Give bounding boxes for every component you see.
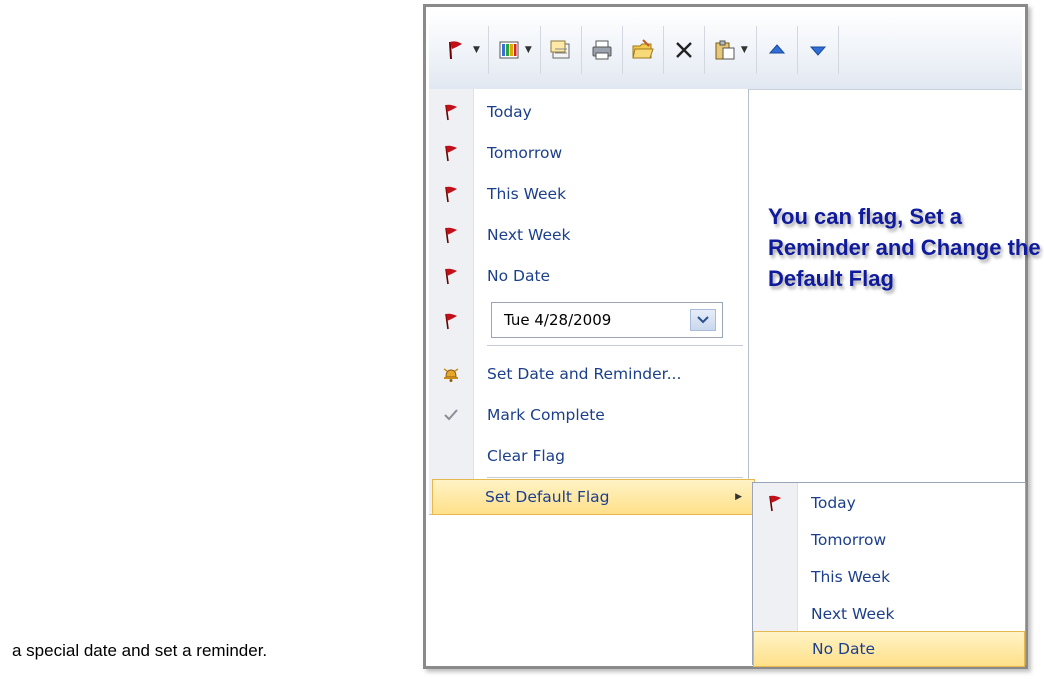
- flag-icon: [429, 267, 473, 285]
- flag-dropdown-button[interactable]: ▼: [437, 25, 489, 74]
- caption-text: a special date and set a reminder.: [12, 641, 268, 660]
- print-button[interactable]: [582, 25, 623, 74]
- chevron-down-icon: ▼: [473, 44, 480, 55]
- arrow-up-icon: [765, 38, 789, 62]
- flag-icon: [429, 103, 473, 121]
- paste-dropdown-button[interactable]: ▼: [705, 25, 757, 74]
- checkmark-icon: [429, 407, 473, 423]
- submenu-item-tomorrow[interactable]: Tomorrow: [753, 522, 1025, 558]
- address-book-icon: [549, 38, 573, 62]
- toolbar: ▼ ▼ ▼: [429, 10, 1022, 90]
- menu-item-mark-complete[interactable]: Mark Complete: [429, 398, 748, 432]
- menu-item-set-date-reminder[interactable]: Set Date and Reminder...: [429, 357, 748, 391]
- menu-item-next-week[interactable]: Next Week: [429, 218, 748, 252]
- printer-icon: [590, 38, 614, 62]
- arrow-down-icon: [806, 38, 830, 62]
- submenu-item-label: Next Week: [811, 605, 895, 623]
- folder-icon: [631, 38, 655, 62]
- submenu-item-label: Today: [811, 494, 856, 512]
- submenu-item-no-date[interactable]: No Date: [753, 631, 1025, 667]
- menu-separator: [487, 345, 743, 346]
- paste-icon: [713, 38, 737, 62]
- submenu-item-label: No Date: [812, 640, 876, 658]
- menu-separator: [487, 477, 743, 478]
- bell-icon: [429, 365, 473, 383]
- menu-item-label: No Date: [487, 267, 551, 285]
- flag-icon: [429, 312, 473, 330]
- date-flag-icon-row: [429, 304, 473, 338]
- date-picker[interactable]: Tue 4/28/2009: [491, 302, 723, 338]
- flag-icon: [753, 494, 797, 512]
- chevron-down-icon[interactable]: [690, 309, 716, 331]
- menu-item-set-default-flag[interactable]: Set Default Flag ▶: [432, 479, 755, 515]
- default-flag-submenu: Today Tomorrow This Week Next Week No Da…: [752, 482, 1026, 667]
- callout-text: You can flag, Set a Reminder and Change …: [768, 204, 1041, 291]
- flag-icon: [429, 185, 473, 203]
- submenu-item-this-week[interactable]: This Week: [753, 559, 1025, 595]
- categorize-dropdown-button[interactable]: ▼: [489, 25, 541, 74]
- address-book-button[interactable]: [541, 25, 582, 74]
- close-icon: [672, 38, 696, 62]
- flag-icon: [445, 38, 469, 62]
- date-value: Tue 4/28/2009: [504, 311, 612, 329]
- menu-item-label: Set Default Flag: [485, 488, 610, 506]
- submenu-item-today[interactable]: Today: [753, 485, 1025, 521]
- menu-item-tomorrow[interactable]: Tomorrow: [429, 136, 748, 170]
- chevron-down-icon: ▼: [524, 44, 532, 55]
- menu-item-no-date[interactable]: No Date: [429, 259, 748, 293]
- outlook-window: ▼ ▼ ▼ Today Tomorrow This Week Next Week…: [423, 4, 1041, 669]
- menu-item-label: Clear Flag: [487, 447, 566, 465]
- menu-item-clear-flag[interactable]: Clear Flag: [429, 439, 748, 473]
- delete-button[interactable]: [664, 25, 705, 74]
- menu-item-label: Mark Complete: [487, 406, 605, 424]
- menu-item-label: Tomorrow: [487, 144, 563, 162]
- menu-item-today[interactable]: Today: [429, 95, 748, 129]
- menu-item-label: Next Week: [487, 226, 571, 244]
- flag-icon: [429, 144, 473, 162]
- menu-item-label: Set Date and Reminder...: [487, 365, 682, 383]
- move-to-folder-button[interactable]: [623, 25, 664, 74]
- menu-item-label: Today: [487, 103, 532, 121]
- submenu-item-label: This Week: [811, 568, 891, 586]
- chevron-right-icon: ▶: [735, 492, 742, 502]
- flag-icon: [429, 226, 473, 244]
- menu-item-this-week[interactable]: This Week: [429, 177, 748, 211]
- flag-menu: Today Tomorrow This Week Next Week No Da…: [429, 89, 749, 515]
- menu-item-label: This Week: [487, 185, 567, 203]
- move-down-button[interactable]: [798, 25, 839, 74]
- submenu-item-label: Tomorrow: [811, 531, 887, 549]
- move-up-button[interactable]: [757, 25, 798, 74]
- chevron-down-icon: ▼: [740, 44, 748, 55]
- submenu-item-next-week[interactable]: Next Week: [753, 596, 1025, 632]
- categorize-icon: [497, 38, 521, 62]
